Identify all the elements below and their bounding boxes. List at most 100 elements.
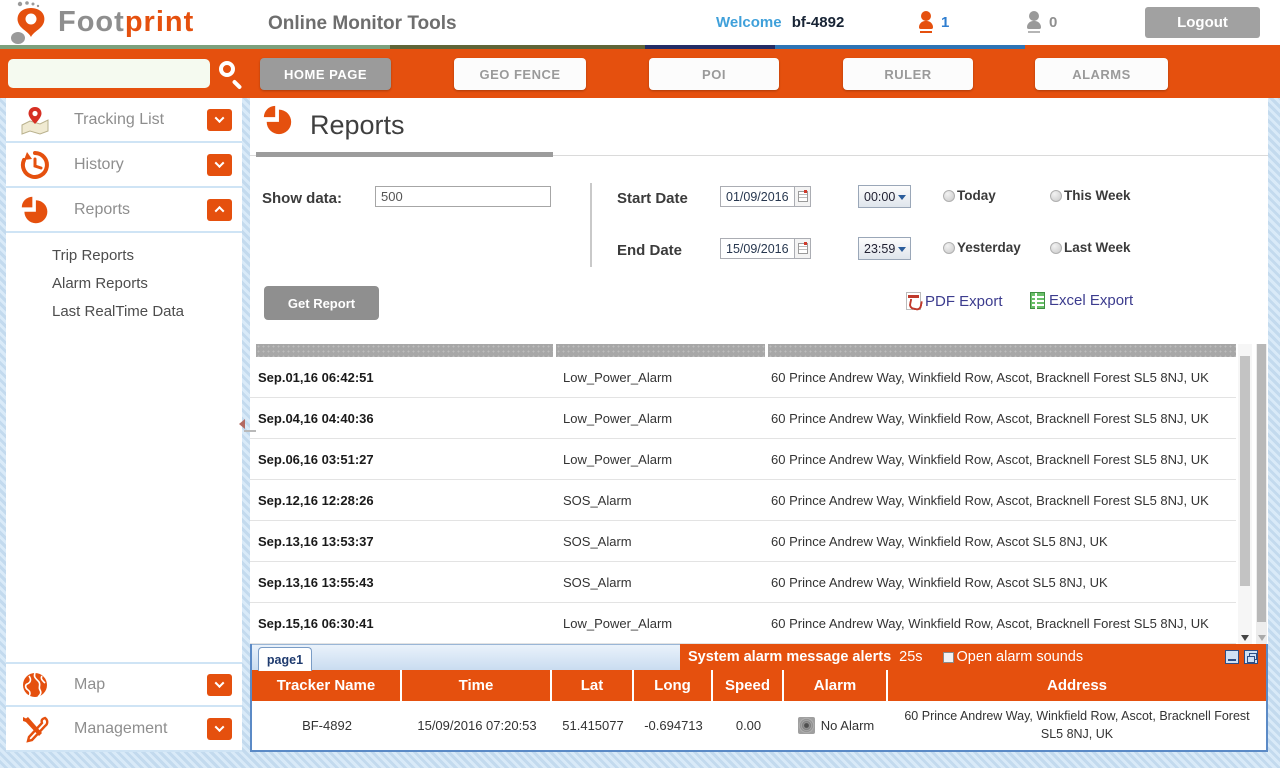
row-time: Sep.04,16 04:40:36 <box>250 411 553 426</box>
tracking-list-expand-button[interactable] <box>207 109 232 131</box>
table-scrollbar[interactable] <box>1238 344 1252 644</box>
table-row[interactable]: Sep.01,16 06:42:51 Low_Power_Alarm 60 Pr… <box>250 357 1236 398</box>
row-time: Sep.01,16 06:42:51 <box>250 370 553 385</box>
sidebar-spacer <box>6 335 242 662</box>
history-expand-button[interactable] <box>207 154 232 176</box>
alerts-interval: 25s <box>899 649 922 665</box>
alerts-title: System alarm message alerts <box>688 649 891 665</box>
chevron-down-icon <box>215 113 225 123</box>
cell-alarm: No Alarm <box>784 701 888 750</box>
open-alarm-sounds-label: Open alarm sounds <box>957 649 1084 665</box>
sidebar-collapse-arrow-icon[interactable] <box>239 419 245 429</box>
end-time-select[interactable]: 23:59 <box>858 237 911 260</box>
row-alarm: Low_Power_Alarm <box>553 370 765 385</box>
start-date-input[interactable] <box>720 186 794 207</box>
show-data-label: Show data: <box>262 190 342 207</box>
minimize-panel-button[interactable] <box>1225 650 1239 664</box>
online-count: 1 <box>941 14 949 31</box>
end-date-input[interactable] <box>720 238 794 259</box>
table-row[interactable]: Sep.04,16 04:40:36 Low_Power_Alarm 60 Pr… <box>250 398 1236 439</box>
end-date-calendar-button[interactable] <box>794 238 811 259</box>
pie-chart-icon <box>20 195 50 225</box>
report-table: Sep.01,16 06:42:51 Low_Power_Alarm 60 Pr… <box>250 344 1236 644</box>
end-date-label: End Date <box>617 242 682 259</box>
chevron-down-icon <box>215 722 225 732</box>
sidebar-item-label: Management <box>74 720 207 738</box>
column-header-time: Time <box>402 670 552 701</box>
row-alarm: SOS_Alarm <box>553 493 765 508</box>
table-row[interactable]: Sep.13,16 13:53:37 SOS_Alarm 60 Prince A… <box>250 521 1236 562</box>
column-header-alarm: Alarm <box>784 670 888 701</box>
nav-alarms-button[interactable]: ALARMS <box>1035 58 1168 90</box>
cell-long: -0.694713 <box>634 701 713 750</box>
report-table-header <box>250 344 1236 357</box>
search-input[interactable] <box>8 59 210 88</box>
management-expand-button[interactable] <box>207 718 232 740</box>
restore-panel-button[interactable] <box>1244 650 1258 664</box>
page-scrollbar[interactable] <box>1256 344 1267 644</box>
search-icon[interactable] <box>219 61 235 77</box>
scroll-down-arrow-icon[interactable] <box>1258 635 1266 641</box>
alerts-titlebar: System alarm message alerts 25s Open ala… <box>680 644 1266 670</box>
radio-today[interactable]: Today <box>943 188 996 203</box>
show-data-input[interactable] <box>375 186 551 207</box>
radio-this-week[interactable]: This Week <box>1050 188 1131 203</box>
sidebar-item-tracking-list[interactable]: Tracking List <box>6 98 242 143</box>
alerts-table-row[interactable]: BF-4892 15/09/2016 07:20:53 51.415077 -0… <box>252 701 1266 750</box>
sidebar-item-last-realtime-data[interactable]: Last RealTime Data <box>6 297 242 325</box>
scrollbar-thumb[interactable] <box>1257 344 1266 622</box>
radio-icon <box>943 190 955 202</box>
row-time: Sep.12,16 12:28:26 <box>250 493 553 508</box>
nav-home-page-button[interactable]: HOME PAGE <box>260 58 391 90</box>
nav-ruler-button[interactable]: RULER <box>843 58 973 90</box>
open-alarm-sounds-checkbox[interactable] <box>943 652 954 663</box>
sidebar-item-label: Reports <box>74 201 207 219</box>
scroll-down-arrow-icon[interactable] <box>1241 635 1249 641</box>
sidebar-item-management[interactable]: Management <box>6 707 242 752</box>
row-address: 60 Prince Andrew Way, Winkfield Row, Asc… <box>765 411 1236 426</box>
nav-geo-fence-button[interactable]: GEO FENCE <box>454 58 586 90</box>
footprint-logo-icon <box>6 1 56 45</box>
table-row[interactable]: Sep.13,16 13:55:43 SOS_Alarm 60 Prince A… <box>250 562 1236 603</box>
scrollbar-thumb[interactable] <box>1240 356 1250 586</box>
row-time: Sep.13,16 13:55:43 <box>250 575 553 590</box>
start-time-select[interactable]: 00:00 <box>858 185 911 208</box>
reports-submenu: Trip Reports Alarm Reports Last RealTime… <box>6 233 242 335</box>
row-alarm: Low_Power_Alarm <box>553 452 765 467</box>
radio-yesterday[interactable]: Yesterday <box>943 240 1021 255</box>
chevron-down-icon <box>898 247 906 252</box>
nav-poi-button[interactable]: POI <box>649 58 779 90</box>
sidebar-item-reports[interactable]: Reports <box>6 188 242 233</box>
row-address: 60 Prince Andrew Way, Winkfield Row, Asc… <box>765 370 1236 385</box>
chevron-down-icon <box>215 158 225 168</box>
start-date-label: Start Date <box>617 190 688 207</box>
table-row[interactable]: Sep.12,16 12:28:26 SOS_Alarm 60 Prince A… <box>250 480 1236 521</box>
chevron-down-icon <box>898 195 906 200</box>
start-date-calendar-button[interactable] <box>794 186 811 207</box>
reports-collapse-button[interactable] <box>207 199 232 221</box>
table-row[interactable]: Sep.15,16 06:30:41 Low_Power_Alarm 60 Pr… <box>250 603 1236 644</box>
sidebar-item-map[interactable]: Map <box>6 662 242 707</box>
row-alarm: SOS_Alarm <box>553 575 765 590</box>
pdf-export-link[interactable]: PDF Export <box>906 292 1003 310</box>
radio-icon <box>1050 190 1062 202</box>
offline-user-icon <box>1026 10 1042 34</box>
radio-last-week[interactable]: Last Week <box>1050 240 1131 255</box>
get-report-button[interactable]: Get Report <box>264 286 379 320</box>
reports-pie-icon <box>262 104 294 136</box>
table-row[interactable]: Sep.06,16 03:51:27 Low_Power_Alarm 60 Pr… <box>250 439 1236 480</box>
tab-page1[interactable]: page1 <box>258 647 312 671</box>
app-subtitle: Online Monitor Tools <box>268 13 457 35</box>
sidebar-item-history[interactable]: History <box>6 143 242 188</box>
logout-button[interactable]: Logout <box>1145 7 1260 38</box>
cell-tracker-name: BF-4892 <box>252 701 402 750</box>
page-title: Reports <box>310 110 405 141</box>
sidebar-splitter-handle[interactable] <box>244 430 256 432</box>
alarm-status-icon <box>798 717 815 734</box>
brand-orange: print <box>125 6 194 38</box>
sidebar-item-trip-reports[interactable]: Trip Reports <box>6 241 242 269</box>
excel-export-link[interactable]: Excel Export <box>1030 292 1133 309</box>
sidebar-item-alarm-reports[interactable]: Alarm Reports <box>6 269 242 297</box>
excel-icon <box>1030 292 1045 309</box>
map-expand-button[interactable] <box>207 674 232 696</box>
